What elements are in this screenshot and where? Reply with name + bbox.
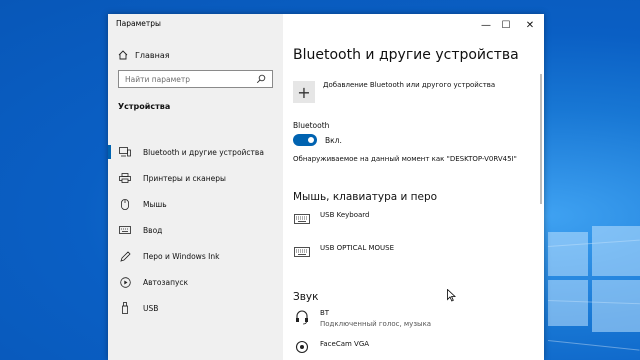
sidebar-item-label: Перо и Windows Ink: [143, 251, 220, 261]
sidebar-item-label: Автозапуск: [143, 277, 189, 287]
search-input[interactable]: Найти параметр: [118, 70, 273, 88]
keyboard-icon: [293, 244, 311, 260]
device-item[interactable]: BT Подключенный голос, музыка: [293, 309, 431, 328]
device-item[interactable]: USB OPTICAL MOUSE: [293, 244, 394, 260]
home-label: Главная: [135, 50, 170, 60]
close-button[interactable]: ✕: [516, 14, 544, 36]
add-device-button[interactable]: +: [293, 81, 315, 103]
windows-logo: [548, 220, 640, 360]
sidebar-item-label: USB: [143, 303, 159, 313]
usb-icon: [118, 302, 132, 314]
maximize-icon: ☐: [501, 19, 511, 31]
bluetooth-label: Bluetooth: [293, 121, 330, 130]
printer-icon: [118, 172, 132, 184]
sidebar: Главная Найти параметр Устройства Blueto…: [108, 14, 283, 360]
autoplay-icon: [118, 276, 132, 288]
window-title: Параметры: [116, 19, 161, 28]
close-icon: ✕: [525, 19, 535, 31]
plus-icon: +: [297, 82, 311, 102]
section-title: Устройства: [118, 102, 171, 111]
device-item[interactable]: FaceCam VGA: [293, 340, 369, 356]
device-item[interactable]: USB Keyboard: [293, 211, 370, 227]
main-content: Bluetooth и другие устройства + Добавлен…: [283, 14, 544, 360]
webcam-icon: [293, 340, 311, 356]
search-placeholder: Найти параметр: [125, 75, 190, 84]
home-icon: [118, 50, 128, 60]
sidebar-item-mouse[interactable]: Мышь: [108, 195, 283, 213]
sidebar-item-typing[interactable]: Ввод: [108, 221, 283, 239]
sidebar-item-usb[interactable]: USB: [108, 299, 283, 317]
sidebar-item-autoplay[interactable]: Автозапуск: [108, 273, 283, 291]
home-link[interactable]: Главная: [118, 50, 170, 60]
keyboard-icon: [293, 211, 311, 227]
section-audio: Звук: [293, 291, 319, 303]
bluetooth-toggle[interactable]: [293, 134, 317, 146]
sidebar-item-label: Мышь: [143, 199, 167, 209]
bluetooth-devices-icon: [118, 146, 132, 158]
device-name: USB OPTICAL MOUSE: [320, 244, 395, 252]
search-icon[interactable]: [256, 74, 266, 84]
headset-icon: [293, 309, 311, 325]
sidebar-item-bluetooth[interactable]: Bluetooth и другие устройства: [108, 143, 283, 161]
sidebar-item-label: Принтеры и сканеры: [143, 173, 226, 183]
keyboard-icon: [118, 224, 132, 236]
mouse-icon: [118, 198, 132, 210]
settings-window: Главная Найти параметр Устройства Blueto…: [108, 14, 544, 360]
device-name: BT: [320, 309, 330, 317]
title-bar[interactable]: Параметры — ☐ ✕: [108, 14, 544, 36]
pen-icon: [118, 250, 132, 262]
sidebar-item-pen[interactable]: Перо и Windows Ink: [108, 247, 283, 265]
sidebar-item-label: Ввод: [143, 225, 163, 235]
sidebar-item-printers[interactable]: Принтеры и сканеры: [108, 169, 283, 187]
page-title: Bluetooth и другие устройства: [293, 47, 519, 63]
minimize-icon: —: [481, 19, 491, 31]
bluetooth-state: Вкл.: [325, 136, 342, 145]
device-name: USB Keyboard: [320, 211, 370, 219]
device-status: Подключенный голос, музыка: [320, 320, 432, 328]
toggle-knob: [308, 137, 314, 143]
device-name: FaceCam VGA: [320, 340, 370, 348]
add-device-label[interactable]: Добавление Bluetooth или другого устройс…: [323, 81, 495, 89]
scrollbar[interactable]: [540, 74, 542, 204]
discoverable-text: Обнаруживаемое на данный момент как "DES…: [293, 155, 517, 163]
mouse-cursor-icon: [447, 289, 456, 302]
sidebar-item-label: Bluetooth и другие устройства: [143, 147, 264, 157]
section-input-devices: Мышь, клавиатура и перо: [293, 191, 438, 203]
